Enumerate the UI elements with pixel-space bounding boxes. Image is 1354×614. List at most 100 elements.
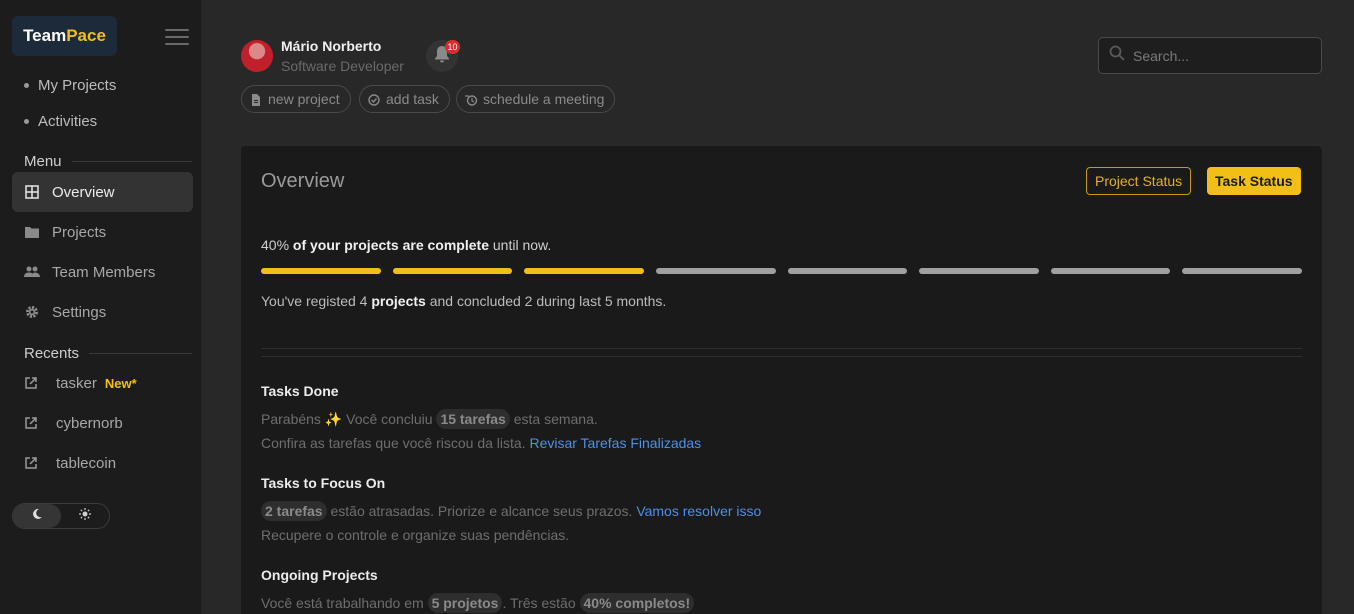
- overview-title: Overview: [261, 170, 345, 192]
- menu-label-text: Menu: [24, 153, 62, 170]
- sidebar-item-label: Settings: [52, 303, 107, 321]
- theme-toggle[interactable]: [12, 503, 110, 529]
- logo-text-pace: Pace: [66, 26, 106, 45]
- progress-segment-empty: [1182, 268, 1302, 274]
- file-icon: [250, 93, 262, 106]
- pill-label: new project: [268, 91, 340, 107]
- search-input[interactable]: [1133, 47, 1303, 64]
- divider: [261, 348, 1302, 349]
- recent-item-label: cybernorb: [56, 415, 123, 432]
- new-badge: New*: [104, 376, 137, 391]
- resolve-link[interactable]: Vamos resolver isso: [636, 503, 761, 519]
- external-link-icon: [24, 376, 40, 392]
- quick-link-label: Activities: [38, 113, 98, 130]
- tasks-done-suffix: esta semana.: [513, 411, 598, 427]
- schedule-meeting-button[interactable]: schedule a meeting: [456, 85, 616, 113]
- review-finished-tasks-link[interactable]: Revisar Tarefas Finalizadas: [529, 435, 701, 451]
- folder-icon: [24, 224, 40, 240]
- avatar[interactable]: [241, 40, 273, 72]
- recent-item-tablecoin[interactable]: tablecoin: [24, 455, 116, 472]
- summary-bold: projects: [371, 293, 426, 309]
- notification-count-badge: 10: [445, 40, 460, 54]
- sidebar-item-overview[interactable]: Overview: [12, 172, 193, 212]
- external-link-icon: [24, 456, 40, 472]
- ongoing-projects-chip: 5 projetos: [427, 593, 503, 613]
- quick-link-my-projects[interactable]: My Projects: [24, 77, 116, 94]
- projects-summary: You've registed 4 projects and concluded…: [261, 293, 666, 309]
- tasks-focus-line-1: 2 tarefas estão atrasadas. Priorize e al…: [261, 501, 761, 521]
- divider: [261, 356, 1302, 357]
- recent-item-label: tablecoin: [56, 455, 117, 472]
- sun-icon: [79, 507, 91, 525]
- menu-section-label: Menu: [24, 153, 192, 170]
- sidebar-item-settings[interactable]: Settings: [12, 292, 193, 332]
- sidebar: Team Pace My Projects Activities Menu Ove…: [0, 0, 201, 614]
- progress-suffix: until now.: [492, 237, 552, 253]
- tasks-done-prefix: Parabéns ✨ Você concluiu: [261, 411, 433, 427]
- tasks-focus-count-chip: 2 tarefas: [261, 501, 327, 521]
- tasks-done-title: Tasks Done: [261, 383, 339, 399]
- tasks-focus-line-2: Recupere o controle e organize suas pend…: [261, 527, 570, 543]
- new-project-button[interactable]: new project: [241, 85, 351, 113]
- light-mode-option[interactable]: [61, 504, 109, 528]
- task-status-button[interactable]: Task Status: [1207, 167, 1301, 195]
- pill-label: schedule a meeting: [483, 91, 605, 107]
- bullet-icon: [24, 83, 29, 88]
- user-name: Mário Norberto: [281, 38, 382, 54]
- ongoing-projects-line-1: Você está trabalhando em 5 projetos. Trê…: [261, 593, 695, 613]
- quick-link-activities[interactable]: Activities: [24, 113, 97, 130]
- search-icon: [1109, 45, 1125, 66]
- sidebar-item-label: Projects: [52, 223, 107, 241]
- ongoing-percent-chip: 40% completos!: [579, 593, 695, 613]
- recent-item-label: tasker: [56, 375, 97, 392]
- people-icon: [24, 264, 40, 280]
- logo-text-team: Team: [23, 26, 67, 45]
- hamburger-menu-icon[interactable]: [165, 29, 189, 47]
- tasks-done-line-1: Parabéns ✨ Você concluiu 15 tarefas esta…: [261, 409, 598, 429]
- recent-item-tasker[interactable]: tasker New*: [24, 375, 137, 392]
- external-link-icon: [24, 416, 40, 432]
- recent-item-cybernorb[interactable]: cybernorb: [24, 415, 123, 432]
- sidebar-item-projects[interactable]: Projects: [12, 212, 193, 252]
- progress-segment-filled: [261, 268, 381, 274]
- ongoing-mid: . Três estão: [502, 595, 576, 611]
- progress-segment-filled: [524, 268, 644, 274]
- progress-segment-empty: [919, 268, 1039, 274]
- progress-percent: 40%: [261, 237, 290, 253]
- progress-segments: [261, 268, 1302, 276]
- moon-icon: [31, 507, 43, 525]
- summary-suffix: and concluded 2 during last 5 months.: [429, 293, 667, 309]
- search-box[interactable]: [1098, 37, 1322, 74]
- summary-prefix: You've registed 4: [261, 293, 368, 309]
- progress-segment-empty: [1050, 268, 1171, 274]
- project-status-button[interactable]: Project Status: [1086, 167, 1192, 195]
- pill-label: add task: [386, 91, 439, 107]
- sidebar-item-team-members[interactable]: Team Members: [12, 252, 193, 292]
- tasks-focus-text: estão atrasadas. Priorize e alcance seus…: [330, 503, 633, 519]
- sidebar-item-label: Overview: [52, 183, 115, 201]
- tasks-done-text: Confira as tarefas que você riscou da li…: [261, 435, 526, 451]
- overview-card: Overview Project Status Task Status 40% …: [241, 146, 1322, 614]
- progress-segment-empty: [655, 268, 776, 274]
- bullet-icon: [24, 119, 29, 124]
- tasks-focus-title: Tasks to Focus On: [261, 475, 386, 491]
- progress-text: 40% of your projects are complete until …: [261, 237, 551, 253]
- recents-section-label: Recents: [24, 345, 192, 362]
- app-logo[interactable]: Team Pace: [12, 16, 117, 56]
- quick-link-label: My Projects: [38, 77, 117, 94]
- user-role: Software Developer: [281, 58, 404, 74]
- gear-icon: [24, 304, 40, 320]
- ongoing-prefix: Você está trabalhando em: [261, 595, 424, 611]
- dark-mode-option[interactable]: [13, 504, 61, 528]
- check-circle-icon: [368, 93, 380, 106]
- sidebar-item-label: Team Members: [52, 263, 156, 281]
- progress-bold-text: of your projects are complete: [292, 237, 489, 253]
- calendar-icon: [465, 93, 478, 106]
- tasks-done-count-chip: 15 tarefas: [436, 409, 510, 429]
- add-task-button[interactable]: add task: [359, 85, 450, 113]
- recents-label-text: Recents: [24, 345, 80, 362]
- tasks-done-line-2: Confira as tarefas que você riscou da li…: [261, 435, 701, 451]
- progress-segment-empty: [787, 268, 908, 274]
- progress-segment-filled: [392, 268, 513, 274]
- ongoing-projects-title: Ongoing Projects: [261, 567, 378, 583]
